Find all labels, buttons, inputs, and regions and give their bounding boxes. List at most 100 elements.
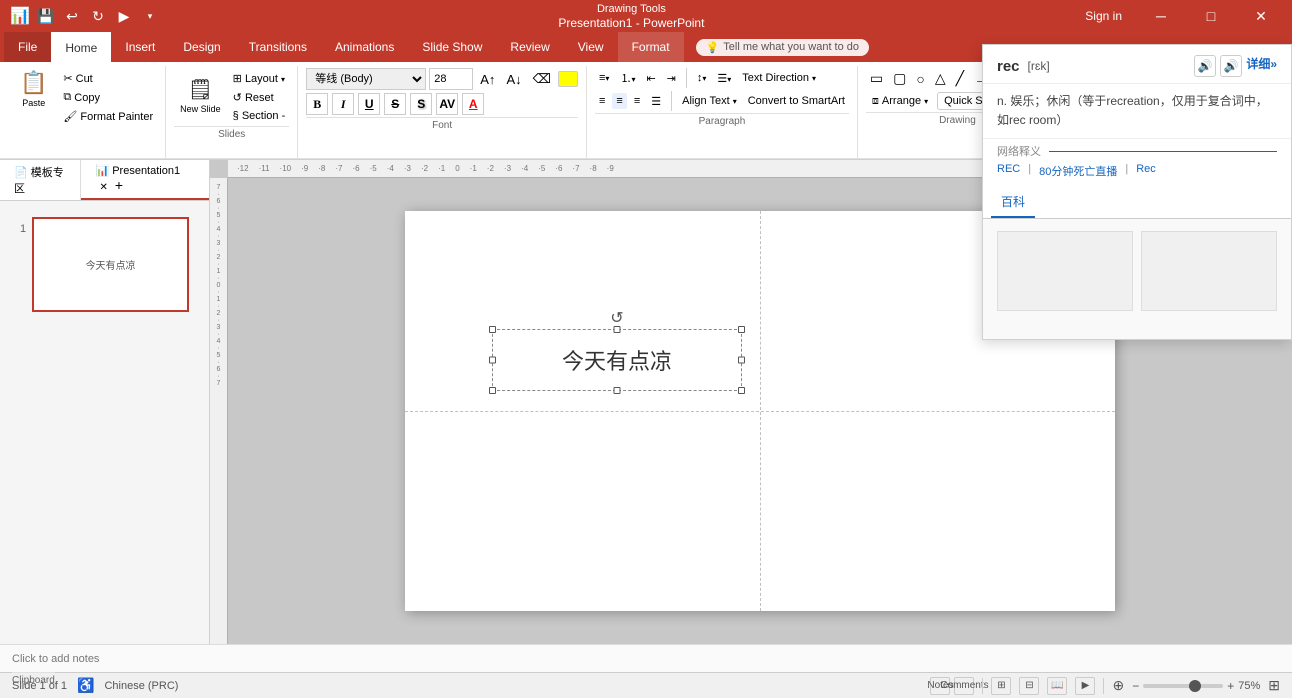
- dict-network-item-1[interactable]: 80分钟死亡直播: [1039, 163, 1117, 179]
- text-direction-button[interactable]: Text Direction ▾: [738, 70, 820, 86]
- cut-button[interactable]: ✂ Cut: [59, 70, 157, 87]
- panel-tab-template[interactable]: 📊 Presentation1 ✕ +: [81, 160, 209, 200]
- handle-top-left[interactable]: [489, 326, 496, 333]
- comments-button[interactable]: Comments: [954, 677, 974, 695]
- increase-font-button[interactable]: A↑: [476, 70, 499, 89]
- line-spacing-button[interactable]: ↕▾: [693, 70, 711, 86]
- font-color-button[interactable]: A: [462, 93, 484, 115]
- clear-format-button[interactable]: ⌫: [529, 69, 555, 89]
- tab-format[interactable]: Format: [618, 32, 684, 62]
- dict-audio-button[interactable]: 🔊: [1194, 55, 1216, 77]
- dict-result-row: [983, 227, 1291, 315]
- strikethrough-button[interactable]: S: [384, 93, 406, 115]
- dict-tab-more[interactable]: [1035, 187, 1055, 218]
- slide-sorter-button[interactable]: ⊟: [1019, 677, 1039, 695]
- shadow-button[interactable]: S: [410, 93, 432, 115]
- decrease-indent-button[interactable]: ⇤: [642, 70, 659, 87]
- zoom-out-button[interactable]: −: [1132, 679, 1139, 693]
- underline-button[interactable]: U: [358, 93, 380, 115]
- zoom-in-button[interactable]: +: [1227, 679, 1234, 693]
- handle-mid-left[interactable]: [489, 357, 496, 364]
- panel-close-icon[interactable]: ✕: [99, 182, 107, 193]
- redo-button[interactable]: ↻: [86, 4, 110, 28]
- fit-slide-button[interactable]: ⊕: [1112, 677, 1124, 694]
- restore-button[interactable]: □: [1188, 0, 1234, 32]
- shape-rect-button[interactable]: ▭: [866, 68, 887, 89]
- slide-panel: 📄 模板专区 📊 Presentation1 ✕ + 1 今天有点凉: [0, 160, 210, 644]
- fit-window-button[interactable]: ⊞: [1268, 677, 1280, 694]
- align-right-button[interactable]: ≡: [630, 93, 644, 109]
- font-size-input[interactable]: [429, 68, 473, 90]
- tab-file[interactable]: File: [4, 32, 51, 62]
- tab-transitions[interactable]: Transitions: [235, 32, 321, 62]
- decrease-font-button[interactable]: A↓: [502, 70, 525, 89]
- handle-mid-right[interactable]: [738, 357, 745, 364]
- handle-bot-left[interactable]: [489, 387, 496, 394]
- panel-tab-slides[interactable]: 📄 模板专区: [0, 160, 81, 200]
- reset-button[interactable]: ↺ Reset: [229, 89, 290, 106]
- paragraph-label: Paragraph: [595, 113, 849, 129]
- justify-button[interactable]: ☰: [647, 93, 665, 110]
- slideshow-button[interactable]: ▶: [1075, 677, 1095, 695]
- handle-bot-right[interactable]: [738, 387, 745, 394]
- handle-top-right[interactable]: [738, 326, 745, 333]
- shape-line-button[interactable]: ╱: [952, 68, 968, 89]
- font-name-select[interactable]: 等线 (Body): [306, 68, 426, 90]
- zoom-slider[interactable]: [1143, 684, 1223, 688]
- rotate-handle[interactable]: ↺: [610, 308, 623, 328]
- dict-detail-link[interactable]: 详细»: [1246, 55, 1277, 77]
- slide-thumbnail-1[interactable]: 今天有点凉: [32, 217, 189, 312]
- shape-triangle-button[interactable]: △: [931, 68, 950, 89]
- dict-network-item-0[interactable]: REC: [997, 163, 1020, 179]
- sign-in-button[interactable]: Sign in: [1073, 5, 1134, 27]
- tab-home[interactable]: Home: [51, 32, 111, 62]
- dict-audio2-button[interactable]: 🔊: [1220, 55, 1242, 77]
- slides-panel-content: 1 今天有点凉: [0, 201, 209, 644]
- new-slide-button[interactable]: 🗒 New Slide: [174, 73, 227, 118]
- handle-top-mid[interactable]: [614, 326, 621, 333]
- tab-view[interactable]: View: [564, 32, 618, 62]
- columns-button[interactable]: ☰▾: [713, 70, 735, 87]
- align-text-button[interactable]: Align Text ▾: [678, 93, 741, 109]
- align-center-button[interactable]: ≡: [612, 93, 626, 109]
- panel-add-icon[interactable]: +: [115, 177, 123, 193]
- tab-animations[interactable]: Animations: [321, 32, 408, 62]
- arrange-button[interactable]: ⧈ Arrange ▾: [866, 93, 934, 110]
- bullets-button[interactable]: ≡▾: [595, 70, 613, 86]
- align-left-button[interactable]: ≡: [595, 93, 609, 109]
- format-painter-button[interactable]: 🖌 Format Painter: [59, 108, 157, 125]
- tab-design[interactable]: Design: [169, 32, 234, 62]
- bold-button[interactable]: B: [306, 93, 328, 115]
- italic-button[interactable]: I: [332, 93, 354, 115]
- undo-button[interactable]: ↩: [60, 4, 84, 28]
- shape-rounded-rect-button[interactable]: ▢: [889, 68, 910, 89]
- selected-textbox[interactable]: ↺ 今天有点凉: [492, 329, 742, 391]
- handle-bot-mid[interactable]: [614, 387, 621, 394]
- layout-button[interactable]: ⊞ Layout ▾: [229, 70, 290, 87]
- qa-dropdown-button[interactable]: ▾: [138, 4, 162, 28]
- char-spacing-button[interactable]: AV: [436, 93, 458, 115]
- tell-me-box[interactable]: 💡 Tell me what you want to do: [696, 39, 869, 56]
- numbering-button[interactable]: ⒈▾: [616, 68, 639, 88]
- convert-smartart-button[interactable]: Convert to SmartArt: [744, 93, 849, 109]
- tab-insert[interactable]: Insert: [111, 32, 169, 62]
- tab-review[interactable]: Review: [496, 32, 563, 62]
- tab-slideshow[interactable]: Slide Show: [408, 32, 496, 62]
- save-button[interactable]: 💾: [34, 4, 58, 28]
- accessibility-icon[interactable]: ♿: [77, 677, 94, 694]
- reading-view-button[interactable]: 📖: [1047, 677, 1067, 695]
- notes-bar[interactable]: Click to add notes: [0, 644, 1292, 672]
- paste-button[interactable]: 📋 Paste: [12, 66, 55, 112]
- dict-tab-baike[interactable]: 百科: [991, 187, 1035, 218]
- shape-oval-button[interactable]: ○: [912, 69, 928, 89]
- text-highlight-button[interactable]: [558, 71, 578, 87]
- normal-view-button[interactable]: ⊞: [991, 677, 1011, 695]
- present-button[interactable]: ▶: [112, 4, 136, 28]
- clipboard-group: 📋 Paste ✂ Cut ⧉ Copy 🖌 Format Painter: [4, 66, 166, 158]
- increase-indent-button[interactable]: ⇥: [663, 70, 680, 87]
- section-button[interactable]: § Section -: [229, 108, 290, 124]
- dict-network-item-2[interactable]: Rec: [1136, 163, 1156, 179]
- copy-button[interactable]: ⧉ Copy: [59, 89, 157, 106]
- minimize-button[interactable]: ─: [1138, 0, 1184, 32]
- close-button[interactable]: ✕: [1238, 0, 1284, 32]
